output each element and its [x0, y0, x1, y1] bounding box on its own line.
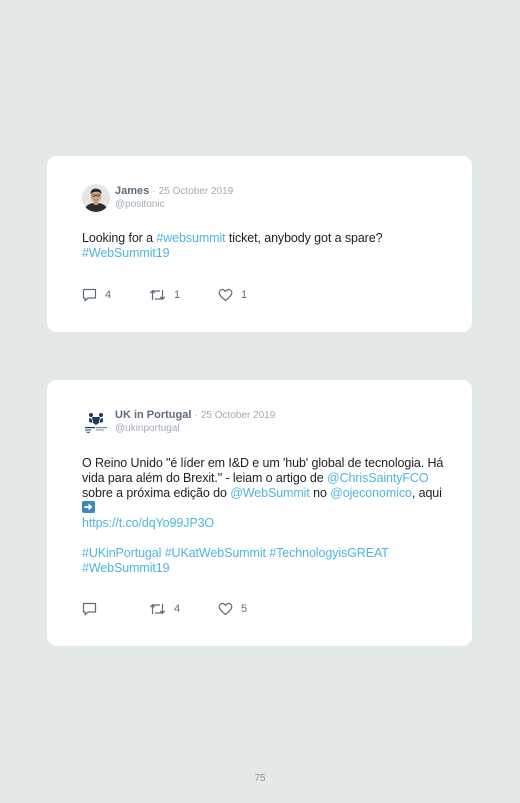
tweet-date[interactable]: 25 October 2019: [201, 410, 276, 421]
text-segment: sobre a próxima edição do: [82, 486, 231, 500]
tweet-text: Looking for a #websummit ticket, anybody…: [82, 231, 442, 261]
hashtag-link[interactable]: #WebSummit19: [82, 246, 170, 260]
reply-button[interactable]: [82, 601, 105, 617]
hashtag-link[interactable]: #WebSummit19: [82, 561, 170, 575]
hashtag-link[interactable]: #UKinPortugal: [82, 546, 161, 560]
author-name[interactable]: James: [115, 185, 149, 197]
hashtag-link[interactable]: #websummit: [156, 231, 225, 245]
mention-link[interactable]: @ojeconomico: [330, 486, 412, 500]
tweet-text: O Reino Unido "é líder em I&D e um 'hub'…: [82, 456, 447, 576]
text-segment: Looking for a: [82, 231, 157, 245]
separator-dot: ·: [152, 186, 156, 197]
tweet-card-uk-in-portugal: UK in Portugal · 25 October 2019 @ukinpo…: [47, 380, 472, 646]
heart-icon: [218, 602, 233, 616]
author-line: UK in Portugal · 25 October 2019: [115, 409, 275, 422]
tweet-actions: 4 1 1: [82, 287, 382, 303]
text-segment: no: [309, 486, 331, 500]
avatar[interactable]: [82, 408, 110, 436]
like-button[interactable]: 5: [218, 601, 247, 617]
right-arrow-emoji-icon: [82, 501, 95, 513]
page-number: 75: [254, 773, 266, 784]
author-handle[interactable]: @positonic: [115, 199, 165, 210]
like-button[interactable]: 1: [218, 287, 247, 303]
avatar[interactable]: [82, 184, 110, 212]
retweet-count: 1: [174, 289, 181, 301]
author-handle[interactable]: @ukinportugal: [115, 423, 180, 434]
reply-button[interactable]: 4: [82, 287, 111, 303]
retweet-icon: [149, 289, 166, 301]
text-segment: ticket, anybody got a spare?: [225, 231, 383, 245]
mention-link[interactable]: @WebSummit: [230, 486, 310, 500]
comment-icon: [82, 288, 97, 302]
like-count: 1: [241, 289, 248, 301]
retweet-icon: [149, 603, 166, 615]
hashtag-link[interactable]: #TechnologyisGREAT: [269, 546, 389, 560]
text-segment: , aqui: [411, 486, 442, 500]
author-line: James · 25 October 2019: [115, 185, 233, 198]
tweet-date[interactable]: 25 October 2019: [159, 186, 234, 197]
like-count: 5: [241, 603, 248, 615]
reply-count: 4: [105, 289, 112, 301]
retweet-button[interactable]: 4: [149, 601, 180, 617]
retweet-count: 4: [174, 603, 181, 615]
separator-dot: ·: [194, 410, 198, 421]
url-link[interactable]: https://t.co/dqYo99JP3O: [82, 516, 214, 530]
profile-photo-icon: [82, 184, 110, 212]
coat-of-arms-icon: [82, 408, 110, 436]
mention-link[interactable]: @ChrisSaintyFCO: [327, 471, 429, 485]
heart-icon: [218, 288, 233, 302]
comment-icon: [82, 602, 97, 616]
author-name[interactable]: UK in Portugal: [115, 409, 191, 421]
retweet-button[interactable]: 1: [149, 287, 180, 303]
tweet-card-james: James · 25 October 2019 @positonic Looki…: [47, 156, 472, 332]
hashtag-link[interactable]: #UKatWebSummit: [165, 546, 266, 560]
tweet-actions: 4 5: [82, 601, 382, 617]
